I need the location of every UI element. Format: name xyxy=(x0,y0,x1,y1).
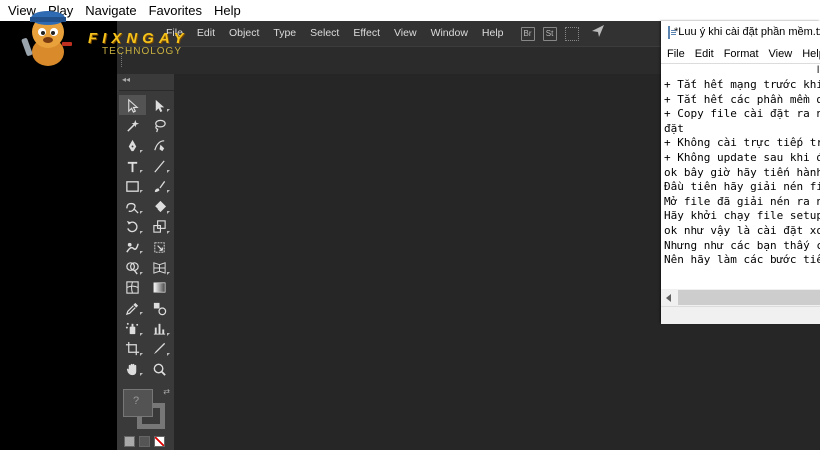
notepad-menu-bar: File Edit Format View Help xyxy=(661,45,820,63)
notepad-title: *Luu ý khi cài đặt phần mềm.txt xyxy=(674,26,820,38)
swap-fill-stroke-icon[interactable]: ⇄ xyxy=(163,387,170,396)
ai-menu-effect[interactable]: Effect xyxy=(346,21,387,46)
line-segment-tool-icon[interactable] xyxy=(146,156,173,176)
stock-icon[interactable]: St xyxy=(542,26,557,41)
ai-menu-object[interactable]: Object xyxy=(222,21,266,46)
scroll-left-icon[interactable] xyxy=(666,294,671,302)
notepad-lines: + Tắt hết mạng trước khi + Tắt hết các p… xyxy=(664,78,820,268)
shaper-tool-icon[interactable] xyxy=(119,196,146,216)
ai-menu-window[interactable]: Window xyxy=(424,21,475,46)
text-line: Nên hãy làm các bước tiếp xyxy=(664,253,820,267)
text-cursor: l xyxy=(817,65,820,76)
ai-menu-view[interactable]: View xyxy=(387,21,424,46)
gradient-tool-icon[interactable] xyxy=(146,278,173,298)
horizontal-scrollbar[interactable] xyxy=(661,289,820,306)
shape-builder-tool-icon[interactable] xyxy=(119,257,146,277)
mesh-tool-icon[interactable] xyxy=(119,278,146,298)
ai-menu-type[interactable]: Type xyxy=(266,21,303,46)
notepad-status-bar xyxy=(661,306,820,324)
warp-tool-icon[interactable] xyxy=(119,237,146,257)
text-line: Hãy khởi chạy file setup xyxy=(664,209,820,223)
notepad-text-area[interactable]: l + Tắt hết mạng trước khi + Tắt hết các… xyxy=(661,63,820,290)
ai-menu-help[interactable]: Help xyxy=(475,21,511,46)
mascot-icon xyxy=(21,11,72,66)
text-line: đặt xyxy=(664,121,684,135)
slice-tool-icon[interactable] xyxy=(146,339,173,359)
magic-wand-tool-icon[interactable] xyxy=(119,115,146,135)
curvature-tool-icon[interactable] xyxy=(146,136,173,156)
text-line: + Copy file cài đặt ra n xyxy=(664,107,820,121)
gpu-performance-icon[interactable] xyxy=(591,24,605,43)
text-line: + Tắt hết các phần mềm di xyxy=(664,92,820,106)
arrange-documents-icon[interactable] xyxy=(564,26,579,41)
perspective-grid-tool-icon[interactable] xyxy=(146,257,173,277)
tools-panel: ◂◂ ? ⇄ xyxy=(119,74,174,450)
text-line: Đầu tiên hãy giải nén fil xyxy=(664,180,820,194)
text-line: + Tắt hết mạng trước khi xyxy=(664,78,820,91)
fill-swatch[interactable]: ? xyxy=(123,389,153,417)
ai-menu-select[interactable]: Select xyxy=(303,21,346,46)
column-graph-tool-icon[interactable] xyxy=(146,318,173,338)
lasso-tool-icon[interactable] xyxy=(146,115,173,135)
eraser-tool-icon[interactable] xyxy=(146,196,173,216)
text-line: Mở file đã giải nén ra nh xyxy=(664,194,820,208)
notepad-window: *Luu ý khi cài đặt phần mềm.txt File Edi… xyxy=(661,21,820,324)
rotate-tool-icon[interactable] xyxy=(119,217,146,237)
text-line: + Không cài trực tiếp trê xyxy=(664,136,820,150)
free-transform-tool-icon[interactable] xyxy=(146,237,173,257)
notepad-title-bar[interactable]: *Luu ý khi cài đặt phần mềm.txt xyxy=(661,21,820,43)
none-mode-button[interactable] xyxy=(154,436,165,447)
scrollbar-thumb[interactable] xyxy=(678,290,820,305)
paintbrush-tool-icon[interactable] xyxy=(146,176,173,196)
notepad-menu-edit[interactable]: Edit xyxy=(690,48,719,60)
direct-selection-tool-icon[interactable] xyxy=(146,95,173,115)
artboard-tool-icon[interactable] xyxy=(119,339,146,359)
zoom-tool-icon[interactable] xyxy=(146,359,173,379)
pen-tool-icon[interactable] xyxy=(119,136,146,156)
selection-tool-icon[interactable] xyxy=(119,95,146,116)
text-line: ok bây giờ hãy tiến hành xyxy=(664,165,820,179)
rectangle-tool-icon[interactable] xyxy=(119,176,146,196)
fill-placeholder: ? xyxy=(133,395,140,407)
eyedropper-tool-icon[interactable] xyxy=(119,298,146,318)
notepad-menu-view[interactable]: View xyxy=(764,48,798,60)
bridge-icon[interactable]: Br xyxy=(520,26,535,41)
channel-logo: FIXNGAY TECHNOLOGY xyxy=(18,8,218,68)
text-line: ok như vậy là cài đặt xon xyxy=(664,223,820,237)
color-mode-buttons xyxy=(124,436,165,447)
text-line: + Không update sau khi đã xyxy=(664,150,820,164)
logo-wordmark: FIXNGAY xyxy=(88,30,189,47)
notepad-icon xyxy=(668,25,676,39)
blend-tool-icon[interactable] xyxy=(146,298,173,318)
notepad-menu-format[interactable]: Format xyxy=(719,48,764,60)
gradient-mode-button[interactable] xyxy=(139,436,150,447)
notepad-menu-help[interactable]: Help xyxy=(797,48,820,60)
scale-tool-icon[interactable] xyxy=(146,217,173,237)
logo-tagline: TECHNOLOGY xyxy=(102,46,183,57)
symbol-sprayer-tool-icon[interactable] xyxy=(119,318,146,338)
notepad-menu-file[interactable]: File xyxy=(661,48,690,60)
text-line: Nhưng như các bạn thấy cả xyxy=(664,238,820,252)
collapse-panel-icon[interactable]: ◂◂ xyxy=(122,75,130,84)
fill-stroke-widget[interactable]: ? ⇄ xyxy=(123,387,170,429)
type-tool-icon[interactable] xyxy=(119,156,146,176)
tools-panel-header[interactable]: ◂◂ xyxy=(119,74,174,91)
hand-tool-icon[interactable] xyxy=(119,359,146,379)
color-mode-button[interactable] xyxy=(124,436,135,447)
